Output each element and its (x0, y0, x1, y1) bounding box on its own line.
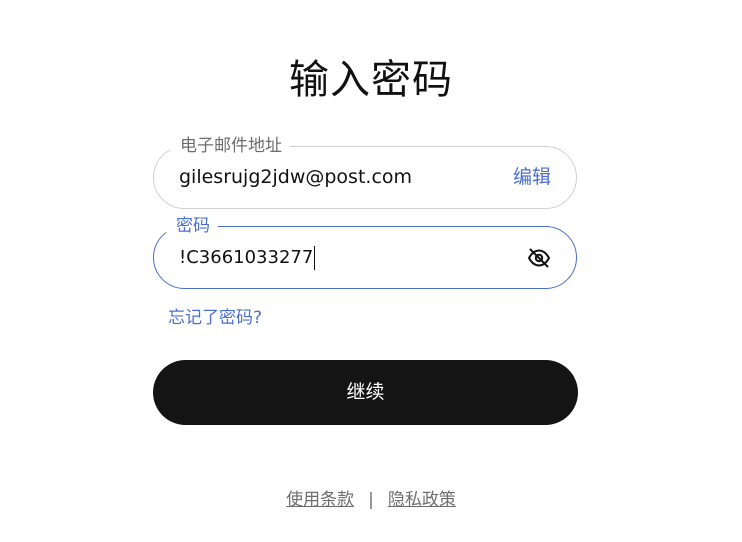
text-caret (314, 246, 316, 270)
password-field[interactable]: 密码 !C3661033277 (153, 215, 577, 289)
login-password-page: 输入密码 电子邮件地址 gilesrujg2jdw@post.com 编辑 密码… (0, 0, 742, 542)
password-field-value: !C3661033277 (179, 247, 314, 268)
password-field-value-wrapper[interactable]: !C3661033277 (179, 227, 316, 288)
page-title: 输入密码 (289, 57, 453, 103)
forgot-password-link[interactable]: 忘记了密码? (168, 306, 262, 330)
email-field-value: gilesrujg2jdw@post.com (179, 166, 413, 188)
eye-slash-icon[interactable] (526, 245, 552, 271)
footer-links: 使用条款 | 隐私政策 (0, 488, 742, 512)
privacy-policy-link[interactable]: 隐私政策 (388, 490, 456, 510)
email-field[interactable]: 电子邮件地址 gilesrujg2jdw@post.com 编辑 (153, 135, 577, 209)
edit-email-link[interactable]: 编辑 (513, 147, 551, 208)
continue-button[interactable]: 继续 (153, 360, 578, 425)
footer-separator: | (368, 490, 374, 510)
terms-of-use-link[interactable]: 使用条款 (286, 490, 354, 510)
